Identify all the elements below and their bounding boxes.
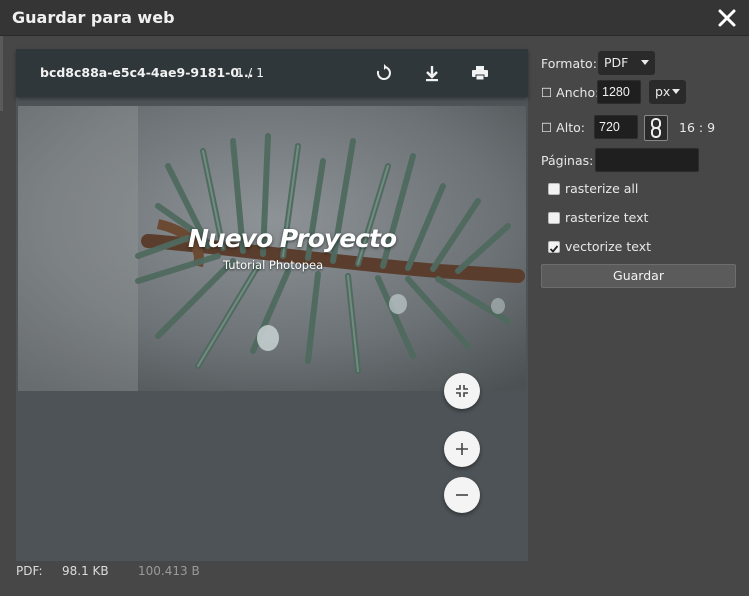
document-name: bcd8c88a-e5c4-4ae9-9181-0... [40, 65, 254, 80]
width-input[interactable] [597, 80, 641, 104]
unit-value: px [655, 84, 671, 99]
footer-bytes: 100.413 B [138, 564, 200, 578]
fit-page-icon [456, 385, 468, 397]
link-dimensions-button[interactable] [644, 115, 668, 141]
rotate-button[interactable] [372, 61, 396, 85]
format-label: Formato: [541, 56, 597, 71]
rotate-icon [376, 64, 391, 80]
rasterize-all-checkbox[interactable] [548, 183, 560, 195]
zoom-out-button[interactable] [444, 477, 480, 513]
chevron-down-icon [641, 60, 649, 65]
page-counter: 1 / 1 [236, 65, 265, 80]
pdf-viewer: bcd8c88a-e5c4-4ae9-9181-0... 1 / 1 Nuevo… [16, 49, 528, 561]
close-button[interactable] [713, 4, 741, 32]
print-button[interactable] [468, 61, 492, 85]
document-title: Nuevo Proyecto [188, 224, 397, 253]
print-icon [472, 66, 488, 81]
format-select[interactable]: PDF [598, 51, 655, 75]
aspect-ratio: 16 : 9 [679, 120, 716, 135]
viewer-toolbar: bcd8c88a-e5c4-4ae9-9181-0... 1 / 1 [16, 49, 528, 97]
zoom-out-icon [456, 494, 468, 496]
chain-link-icon [651, 118, 661, 138]
width-label: ☐ Ancho: [541, 85, 600, 100]
download-icon [426, 66, 438, 82]
option-rasterize-text: rasterize text [548, 210, 738, 226]
fit-page-button[interactable] [444, 373, 480, 409]
footer-file-size: 98.1 KB [62, 564, 109, 578]
rasterize-text-label: rasterize text [565, 210, 649, 225]
height-label: ☐ Alto: [541, 120, 585, 135]
chevron-down-icon [672, 89, 680, 94]
zoom-in-icon [456, 443, 468, 455]
vectorize-text-label: vectorize text [565, 239, 652, 254]
background-edge [0, 36, 3, 111]
unit-select[interactable]: px [649, 80, 686, 104]
height-input[interactable] [594, 115, 638, 139]
option-rasterize-all: rasterize all [548, 181, 738, 197]
close-icon [718, 9, 736, 27]
document-subtitle: Tutorial Photopea [223, 258, 324, 272]
pages-label: Páginas: [541, 153, 594, 168]
dialog-title: Guardar para web [12, 8, 175, 27]
zoom-in-button[interactable] [444, 431, 480, 467]
rasterize-all-label: rasterize all [565, 181, 639, 196]
vectorize-text-checkbox[interactable] [548, 241, 560, 253]
pages-input[interactable] [595, 148, 699, 172]
footer-format: PDF: [16, 564, 43, 578]
rasterize-text-checkbox[interactable] [548, 212, 560, 224]
option-vectorize-text: vectorize text [548, 239, 738, 255]
save-for-web-dialog: Guardar para web bcd8c88a-e5c4-4ae9-9181… [0, 0, 749, 596]
dialog-titlebar: Guardar para web [0, 0, 749, 36]
format-value: PDF [604, 55, 629, 70]
save-button[interactable]: Guardar [541, 264, 736, 288]
page-preview: Nuevo Proyecto Tutorial Photopea [18, 106, 526, 391]
check-icon [549, 245, 559, 253]
download-button[interactable] [420, 61, 444, 85]
